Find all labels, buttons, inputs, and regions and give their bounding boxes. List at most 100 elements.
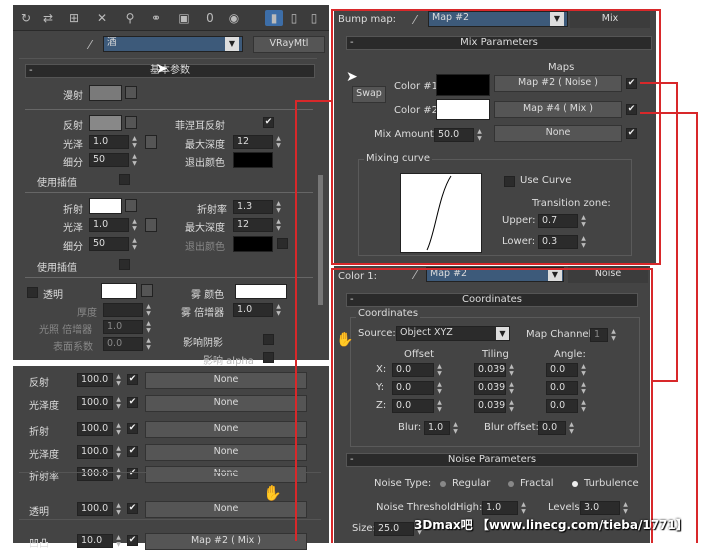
map-slot-spinner[interactable]: ▲ ▼ (115, 502, 122, 516)
mix-amount-map-button[interactable]: None (494, 125, 622, 142)
source-dropdown[interactable]: Object XYZ (396, 326, 510, 341)
axis-tiling-spinner[interactable]: ▲ ▼ (508, 381, 515, 395)
axis-angle-spinner[interactable]: ▲ ▼ (580, 381, 587, 395)
blur-offset-field[interactable]: 0.0 (538, 421, 566, 435)
mix-amount-spinner[interactable]: ▲ ▼ (476, 128, 483, 142)
map-slot-amount[interactable]: 100.0 (77, 467, 113, 481)
axis-tiling-spinner[interactable]: ▲ ▼ (508, 399, 515, 413)
copy-icon[interactable]: ⚲ (121, 10, 139, 26)
regular-radio[interactable] (440, 481, 446, 487)
fog-mult-field[interactable]: 1.0 (233, 303, 273, 317)
mix-amount-map-checkbox[interactable]: ✔ (626, 128, 637, 139)
fog-mult-spinner[interactable]: ▲ ▼ (275, 303, 282, 317)
mix-params-rollout[interactable]: - Mix Parameters (346, 36, 652, 50)
map-slot-spinner[interactable]: ▲ ▼ (115, 445, 122, 459)
size-field[interactable]: 25.0 (374, 522, 414, 536)
fog-color-swatch[interactable] (235, 284, 287, 299)
axis-angle-spinner[interactable]: ▲ ▼ (580, 363, 587, 377)
axis-angle-field[interactable]: 0.0 (546, 381, 578, 395)
axis-tiling-field[interactable]: 0.039 (474, 363, 506, 377)
gloss-field[interactable]: 1.0 (89, 135, 129, 149)
map-slot-spinner[interactable]: ▲ ▼ (115, 534, 122, 548)
reflect-swatch[interactable] (89, 115, 122, 131)
shadow-checkbox[interactable] (263, 334, 274, 345)
refract-max-depth-field[interactable]: 12 (233, 218, 273, 232)
scrollbar[interactable] (318, 175, 323, 305)
map-slot-button[interactable]: Map #2 ( Mix ) (145, 533, 307, 550)
exit-color-swatch[interactable] (233, 152, 273, 168)
map-slot-amount[interactable]: 10.0 (77, 534, 113, 548)
refract-map-button[interactable] (125, 199, 137, 212)
axis-offset-field[interactable]: 0.0 (392, 381, 434, 395)
coordinates-rollout[interactable]: - Coordinates (346, 293, 638, 307)
axis-angle-field[interactable]: 0.0 (546, 363, 578, 377)
blur-spinner[interactable]: ▲ ▼ (452, 421, 459, 435)
gloss-map-button[interactable] (145, 135, 157, 149)
light-mult-field[interactable]: 1.0 (103, 320, 143, 334)
use-curve-checkbox[interactable] (504, 176, 515, 187)
go-parent-icon[interactable]: ▯ (285, 10, 303, 26)
show-map-icon[interactable]: ◉ (225, 10, 243, 26)
map-slot-button[interactable]: None (145, 444, 307, 461)
levels-field[interactable]: 3.0 (580, 501, 620, 515)
lower-spinner[interactable]: ▲ ▼ (580, 235, 587, 249)
reset-icon[interactable]: ✕ (93, 10, 111, 26)
refract-gloss-map-button[interactable] (145, 218, 157, 232)
map-slot-checkbox[interactable]: ✔ (127, 503, 138, 514)
upper-spinner[interactable]: ▲ ▼ (580, 214, 587, 228)
mix-amount-field[interactable]: 50.0 (434, 128, 474, 142)
axis-tiling-field[interactable]: 0.039 (474, 381, 506, 395)
map-slot-amount[interactable]: 100.0 (77, 373, 113, 387)
refract-gloss-spinner[interactable]: ▲ ▼ (131, 218, 138, 232)
map-slot-button[interactable]: None (145, 372, 307, 389)
effects-channel-icon[interactable]: 0 (201, 10, 219, 26)
max-depth-spinner[interactable]: ▲ ▼ (275, 135, 282, 149)
map-slot-amount[interactable]: 100.0 (77, 502, 113, 516)
swap-button[interactable]: Swap (352, 86, 386, 103)
material-name-field[interactable]: 酒 (103, 36, 243, 52)
refract-exit-color-swatch[interactable] (233, 236, 273, 252)
map-slot-checkbox[interactable]: ✔ (127, 423, 138, 434)
blur-field[interactable]: 1.0 (424, 421, 450, 435)
material-name-dropdown[interactable]: ▼ (225, 37, 239, 51)
levels-spinner[interactable]: ▲ ▼ (622, 501, 629, 515)
source-dropdown-arrow[interactable]: ▼ (496, 327, 509, 340)
translucent-checkbox[interactable] (27, 287, 38, 298)
map-slot-checkbox[interactable]: ✔ (127, 535, 138, 546)
show-end-result-icon[interactable]: ▮ (265, 10, 283, 26)
map-slot-button[interactable]: None (145, 395, 307, 412)
axis-offset-field[interactable]: 0.0 (392, 399, 434, 413)
map-slot-checkbox[interactable]: ✔ (127, 468, 138, 479)
map-slot-checkbox[interactable]: ✔ (127, 374, 138, 385)
map-slot-amount[interactable]: 100.0 (77, 445, 113, 459)
affect-alpha-checkbox[interactable] (263, 352, 274, 363)
axis-offset-spinner[interactable]: ▲ ▼ (436, 381, 443, 395)
color2-swatch[interactable] (436, 99, 490, 120)
refract-subdiv-spinner[interactable]: ▲ ▼ (131, 237, 138, 251)
map-slot-button[interactable]: None (145, 501, 307, 518)
upper-field[interactable]: 0.7 (538, 214, 578, 228)
axis-offset-spinner[interactable]: ▲ ▼ (436, 363, 443, 377)
mix-eyedropper-icon[interactable]: ⁄ (406, 12, 424, 28)
assign-material-icon[interactable]: ⊞ (65, 10, 83, 26)
map-slot-checkbox[interactable]: ✔ (127, 397, 138, 408)
color1-map-button[interactable]: Map #2 ( Noise ) (494, 75, 622, 92)
fresnel-checkbox[interactable]: ✔ (263, 117, 274, 128)
refract-exit-color-checkbox[interactable] (277, 238, 288, 249)
map-channel-spinner[interactable]: ▲ ▼ (610, 328, 617, 342)
map-slot-button[interactable]: None (145, 421, 307, 438)
refract-swatch[interactable] (89, 198, 122, 214)
go-sibling-icon[interactable]: ▯ (305, 10, 323, 26)
blur-offset-spinner[interactable]: ▲ ▼ (568, 421, 575, 435)
lower-field[interactable]: 0.3 (538, 235, 578, 249)
fractal-radio[interactable] (508, 481, 514, 487)
axis-angle-field[interactable]: 0.0 (546, 399, 578, 413)
axis-offset-spinner[interactable]: ▲ ▼ (436, 399, 443, 413)
ior-spinner[interactable]: ▲ ▼ (275, 200, 282, 214)
reflect-map-button[interactable] (125, 116, 137, 129)
gloss-spinner[interactable]: ▲ ▼ (131, 135, 138, 149)
mix-map-name-field[interactable]: Map #2 (428, 11, 568, 27)
refract-gloss-field[interactable]: 1.0 (89, 218, 129, 232)
eyedropper-icon[interactable]: ⁄ (81, 37, 99, 53)
mix-map-dropdown[interactable]: ▼ (550, 12, 564, 26)
